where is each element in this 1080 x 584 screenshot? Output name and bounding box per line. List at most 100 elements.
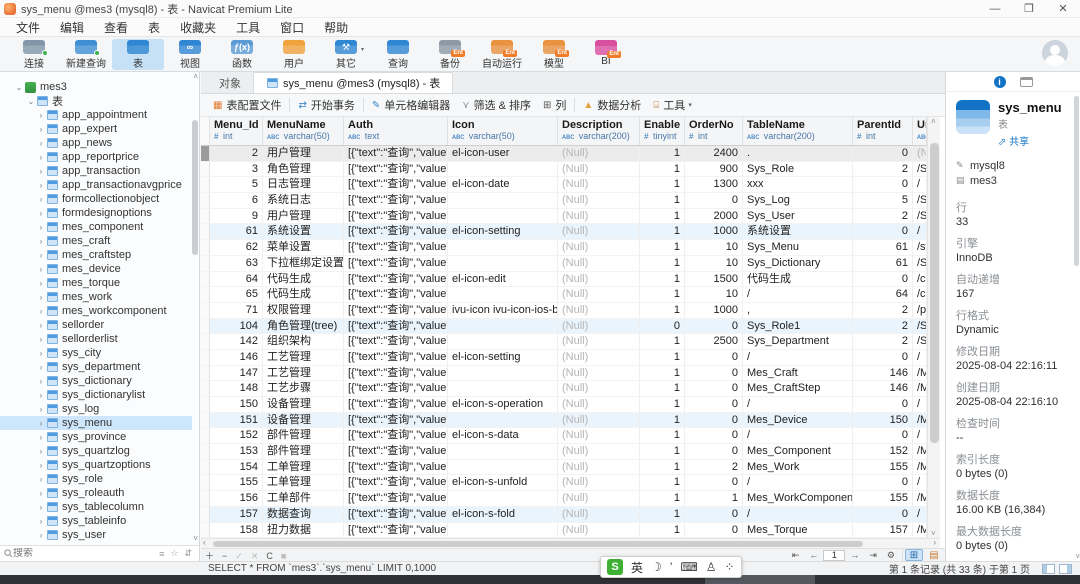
page-number-input[interactable] — [823, 550, 845, 561]
cell-orderno[interactable]: 1000 — [685, 303, 743, 319]
row-select-gutter[interactable] — [201, 256, 210, 272]
ttoolbar-tools-button[interactable]: ⌸工具▾ — [647, 95, 698, 115]
cell-auth[interactable]: [{"text":"查询","value":"S — [344, 334, 448, 350]
cell-menu_id[interactable]: 9 — [210, 209, 263, 225]
cell-parentid[interactable]: 150 — [853, 413, 913, 429]
cell-description[interactable]: (Null) — [558, 240, 640, 256]
toolbar-user-button[interactable]: 用户 — [268, 39, 320, 70]
cell-parentid[interactable]: 157 — [853, 523, 913, 539]
toolbar-model-button[interactable]: Ent模型 — [528, 39, 580, 70]
cell-enable[interactable]: 1 — [640, 272, 685, 288]
cell-ur[interactable]: /Sys — [913, 193, 927, 209]
table-row[interactable]: 150设备管理[{"text":"查询","value":"Sel-icon-s… — [201, 397, 927, 413]
ttoolbar-begin-transaction-button[interactable]: ⇄开始事务 — [292, 95, 360, 115]
row-select-gutter[interactable] — [201, 224, 210, 240]
cell-auth[interactable]: [{"text":"查询","value":"S — [344, 413, 448, 429]
toggle-left-panel-icon[interactable] — [1042, 564, 1055, 574]
expander-icon[interactable]: › — [36, 125, 46, 134]
cell-orderno[interactable]: 2500 — [685, 334, 743, 350]
first-page-icon[interactable]: ⇤ — [792, 550, 800, 561]
cell-tablename[interactable]: Mes_Craft — [743, 366, 853, 382]
cell-auth[interactable]: [{"text":"查询","value":"S — [344, 209, 448, 225]
menu-item[interactable]: 收藏夹 — [170, 17, 226, 38]
cell-icon[interactable]: el-icon-user — [448, 146, 558, 162]
cell-icon[interactable]: el-icon-s-fold — [448, 507, 558, 523]
cell-menuname[interactable]: 工单管理 — [263, 475, 344, 491]
tree-item-sys_dictionary[interactable]: ›sys_dictionary — [0, 374, 192, 388]
tree-item-sys_user[interactable]: ›sys_user — [0, 528, 192, 542]
ttoolbar-data-analysis-button[interactable]: ▲数据分析 — [577, 95, 647, 115]
cell-tablename[interactable]: / — [743, 428, 853, 444]
cell-enable[interactable]: 1 — [640, 193, 685, 209]
cell-menuname[interactable]: 部件管理 — [263, 428, 344, 444]
tab-table[interactable]: sys_menu @mes3 (mysql8) - 表 — [253, 72, 453, 93]
expander-icon[interactable]: › — [36, 195, 46, 204]
cell-parentid[interactable]: 61 — [853, 256, 913, 272]
row-select-gutter[interactable] — [201, 319, 210, 335]
collapse-all-icon[interactable]: ⇵ — [184, 548, 192, 559]
tree-item-mes_craft[interactable]: ›mes_craft — [0, 234, 192, 248]
cell-ur[interactable]: /Me — [913, 523, 927, 539]
cell-menu_id[interactable]: 61 — [210, 224, 263, 240]
cell-auth[interactable]: [{"text":"查询","value":"S — [344, 381, 448, 397]
tree-item-sys_tableinfo[interactable]: ›sys_tableinfo — [0, 514, 192, 528]
tree-item-sellorderlist[interactable]: ›sellorderlist — [0, 332, 192, 346]
toolbar-bi-button[interactable]: EntBI — [580, 39, 632, 70]
row-select-gutter[interactable] — [201, 117, 210, 145]
cell-orderno[interactable]: 0 — [685, 444, 743, 460]
expander-icon[interactable]: › — [36, 419, 46, 428]
row-select-gutter[interactable] — [201, 272, 210, 288]
cell-parentid[interactable]: 0 — [853, 475, 913, 491]
next-page-icon[interactable]: → — [850, 550, 859, 560]
cell-orderno[interactable]: 0 — [685, 413, 743, 429]
row-select-gutter[interactable] — [201, 523, 210, 539]
expander-icon[interactable]: ⌄ — [14, 83, 24, 92]
cell-menu_id[interactable]: 154 — [210, 460, 263, 476]
grid-vscrollbar[interactable]: ˄ ˅ — [927, 117, 940, 538]
row-select-gutter[interactable] — [201, 303, 210, 319]
row-select-gutter[interactable] — [201, 444, 210, 460]
table-row[interactable]: 104角色管理(tree)[{"text":"查询","value":"S(Nu… — [201, 319, 927, 335]
cell-enable[interactable]: 1 — [640, 460, 685, 476]
cell-ur[interactable]: /Me — [913, 366, 927, 382]
cell-tablename[interactable]: Mes_Work — [743, 460, 853, 476]
toolbar-function-button[interactable]: ƒ(x)函数 — [216, 39, 268, 70]
row-select-gutter[interactable] — [201, 491, 210, 507]
cell-menuname[interactable]: 系统日志 — [263, 193, 344, 209]
tree-item-sys_role[interactable]: ›sys_role — [0, 472, 192, 486]
cell-enable[interactable]: 1 — [640, 303, 685, 319]
cell-description[interactable]: (Null) — [558, 334, 640, 350]
row-select-gutter[interactable] — [201, 381, 210, 397]
cell-orderno[interactable]: 0 — [685, 193, 743, 209]
cell-menuname[interactable]: 扭力数据 — [263, 523, 344, 539]
cell-parentid[interactable]: 2 — [853, 319, 913, 335]
menu-item[interactable]: 编辑 — [50, 17, 94, 38]
row-select-gutter[interactable] — [201, 507, 210, 523]
cell-menu_id[interactable]: 3 — [210, 162, 263, 178]
cell-menu_id[interactable]: 71 — [210, 303, 263, 319]
expander-icon[interactable]: › — [36, 293, 46, 302]
cell-tablename[interactable]: / — [743, 287, 853, 303]
cell-tablename[interactable]: Sys_Department — [743, 334, 853, 350]
cell-icon[interactable] — [448, 209, 558, 225]
table-row[interactable]: 3角色管理[{"text":"查询","value":"S(Null)1900S… — [201, 162, 927, 178]
cell-menu_id[interactable]: 2 — [210, 146, 263, 162]
cell-ur[interactable]: /Me — [913, 413, 927, 429]
tree-item-sys_log[interactable]: ›sys_log — [0, 402, 192, 416]
last-page-icon[interactable]: ⇥ — [869, 550, 877, 561]
expander-icon[interactable]: › — [36, 153, 46, 162]
cell-ur[interactable]: /Sys — [913, 334, 927, 350]
cell-orderno[interactable]: 10 — [685, 256, 743, 272]
cell-ur[interactable]: /co — [913, 272, 927, 288]
cell-tablename[interactable]: / — [743, 350, 853, 366]
cell-parentid[interactable]: 2 — [853, 162, 913, 178]
cell-enable[interactable]: 1 — [640, 162, 685, 178]
cell-menuname[interactable]: 设备管理 — [263, 413, 344, 429]
cell-menuname[interactable]: 系统设置 — [263, 224, 344, 240]
table-row[interactable]: 153部件管理[{"text":"查询","value":"S(Null)10M… — [201, 444, 927, 460]
cell-parentid[interactable]: 0 — [853, 177, 913, 193]
toolbar-automation-button[interactable]: Ent自动运行 — [476, 39, 528, 70]
cell-tablename[interactable]: Mes_WorkComponent — [743, 491, 853, 507]
expander-icon[interactable]: › — [36, 405, 46, 414]
cell-ur[interactable]: /pe — [913, 303, 927, 319]
